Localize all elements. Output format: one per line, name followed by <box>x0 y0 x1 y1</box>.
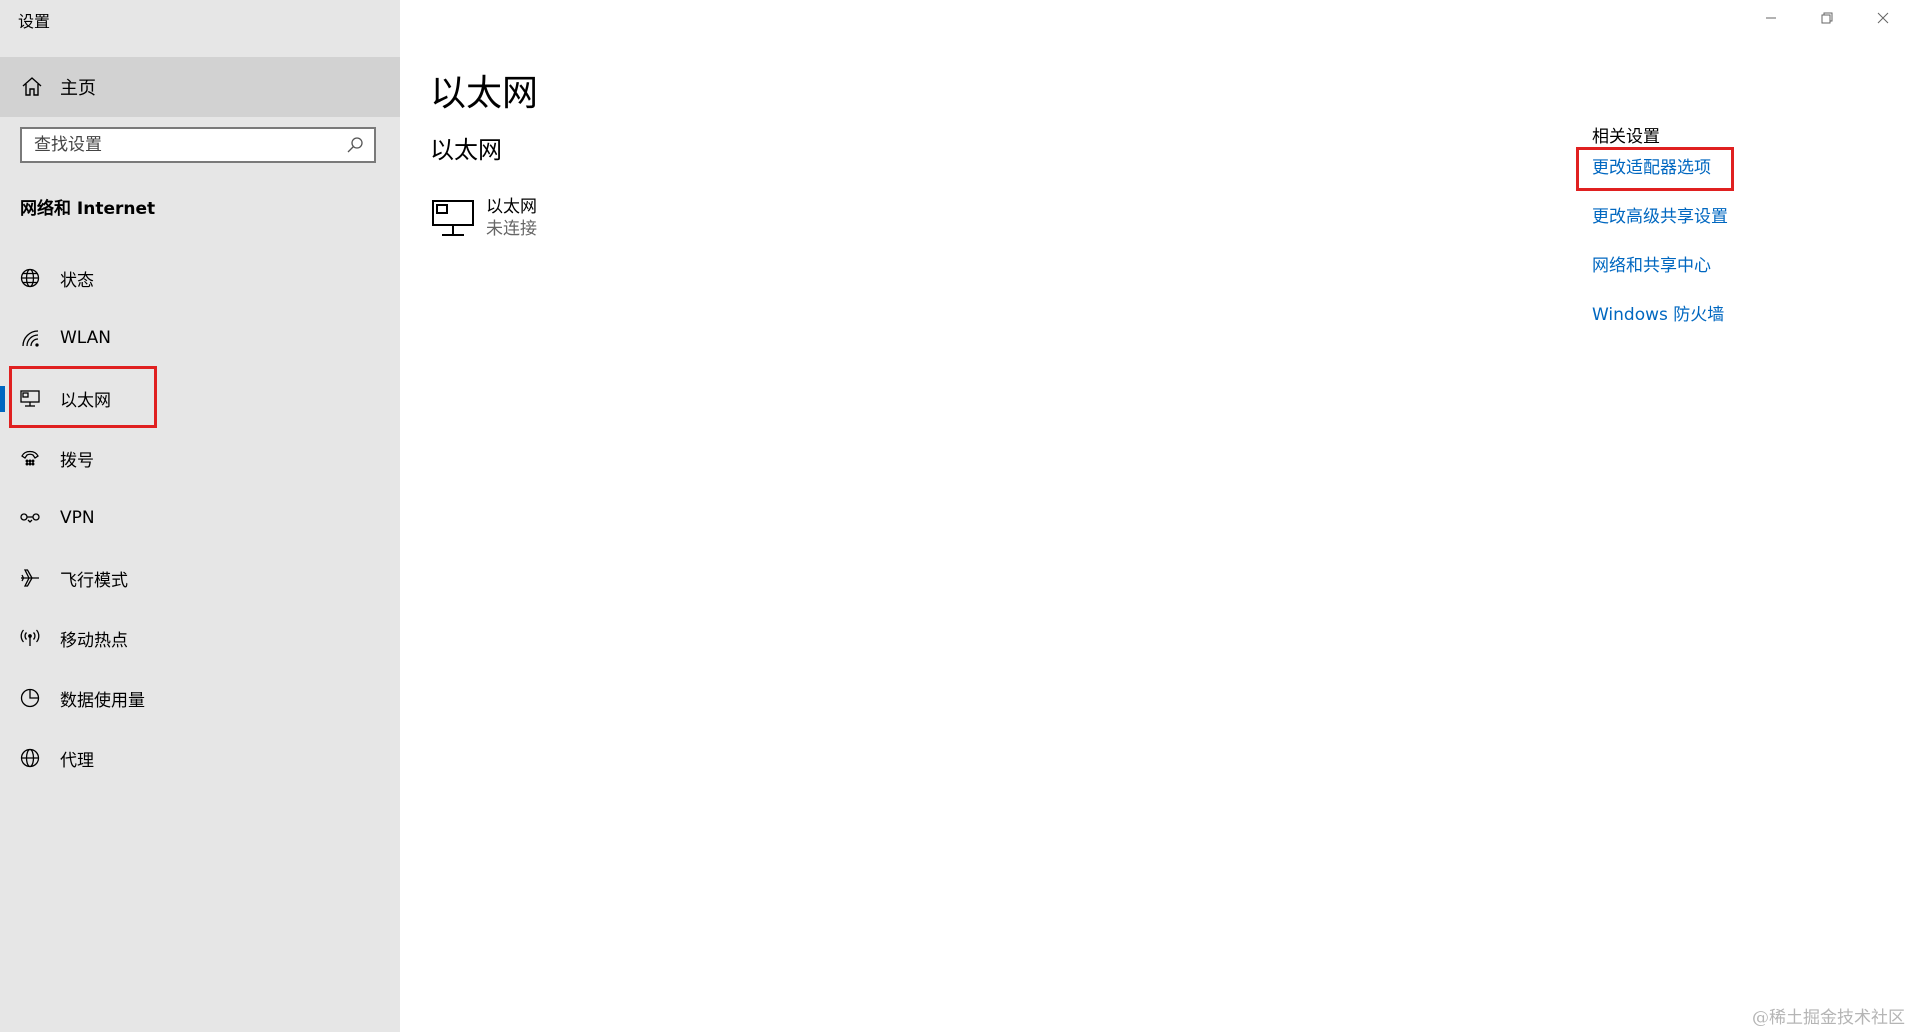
sidebar-item-ethernet[interactable]: 以太网 <box>0 368 400 428</box>
network-sharing-center-link[interactable]: 网络和共享中心 <box>1592 253 1728 302</box>
home-icon <box>22 77 42 96</box>
sidebar-nav: 状态 WLAN 以太网 拨号 VPN 飞行模式 移动热点 数据使用量 代理 <box>0 248 400 788</box>
watermark: @稀土掘金技术社区 <box>1752 1008 1905 1028</box>
vpn-icon <box>19 507 41 529</box>
advanced-sharing-link[interactable]: 更改高级共享设置 <box>1592 204 1728 253</box>
sidebar: 设置 主页 网络和 Internet 状态 <box>0 0 400 1032</box>
change-adapter-options-link[interactable]: 更改适配器选项 <box>1592 155 1728 204</box>
search-input[interactable] <box>22 128 346 162</box>
sidebar-item-label: 以太网 <box>60 390 111 411</box>
hotspot-icon <box>19 627 41 649</box>
sidebar-item-label: 飞行模式 <box>60 570 128 591</box>
sidebar-item-status[interactable]: 状态 <box>0 248 400 308</box>
sidebar-item-label: 数据使用量 <box>60 690 145 711</box>
sidebar-item-label: 移动热点 <box>60 630 128 651</box>
search-icon[interactable] <box>346 136 364 154</box>
sidebar-item-label: 代理 <box>60 750 94 771</box>
airplane-icon <box>19 567 41 589</box>
ethernet-icon <box>19 387 41 409</box>
minimize-button[interactable] <box>1743 0 1799 36</box>
windows-firewall-link[interactable]: Windows 防火墙 <box>1592 302 1728 351</box>
restore-icon <box>1821 12 1833 24</box>
close-button[interactable] <box>1855 0 1911 36</box>
wifi-icon <box>19 327 41 349</box>
sidebar-item-label: VPN <box>60 508 95 528</box>
close-icon <box>1877 12 1889 24</box>
sidebar-home[interactable]: 主页 <box>0 57 400 117</box>
search-box[interactable] <box>20 127 376 163</box>
globe-status-icon <box>19 267 41 289</box>
sidebar-item-label: 状态 <box>60 270 94 291</box>
sidebar-item-airplane[interactable]: 飞行模式 <box>0 548 400 608</box>
data-usage-icon <box>19 687 41 709</box>
sidebar-item-hotspot[interactable]: 移动热点 <box>0 608 400 668</box>
ethernet-adapter-icon <box>432 200 474 236</box>
sidebar-item-data-usage[interactable]: 数据使用量 <box>0 668 400 728</box>
main-content: 以太网 以太网 以太网 未连接 相关设置 更改适配器选项 更改高级共享设置 网络… <box>400 0 1911 1032</box>
dialup-icon <box>19 447 41 469</box>
related-settings-header: 相关设置 <box>1592 127 1660 147</box>
window-controls <box>1743 0 1911 36</box>
adapter-name: 以太网 <box>486 197 537 217</box>
related-settings: 相关设置 更改适配器选项 更改高级共享设置 网络和共享中心 Windows 防火… <box>1592 122 1728 351</box>
sidebar-home-label: 主页 <box>60 78 96 99</box>
minimize-icon <box>1766 17 1776 19</box>
sidebar-item-proxy[interactable]: 代理 <box>0 728 400 788</box>
sidebar-item-label: 拨号 <box>60 450 94 471</box>
restore-button[interactable] <box>1799 0 1855 36</box>
page-title: 以太网 <box>430 73 539 114</box>
adapter-status: 未连接 <box>486 219 537 239</box>
section-heading: 以太网 <box>430 136 502 164</box>
settings-window: 设置 主页 网络和 Internet 状态 <box>0 0 1911 1032</box>
globe-icon <box>19 747 41 769</box>
ethernet-adapter[interactable]: 以太网 未连接 <box>430 196 537 242</box>
app-title: 设置 <box>18 12 51 31</box>
section-title: 网络和 Internet <box>20 199 156 219</box>
adapter-text: 以太网 未连接 <box>486 196 537 240</box>
sidebar-item-vpn[interactable]: VPN <box>0 488 400 548</box>
sidebar-item-dialup[interactable]: 拨号 <box>0 428 400 488</box>
sidebar-item-wlan[interactable]: WLAN <box>0 308 400 368</box>
sidebar-item-label: WLAN <box>60 328 112 348</box>
